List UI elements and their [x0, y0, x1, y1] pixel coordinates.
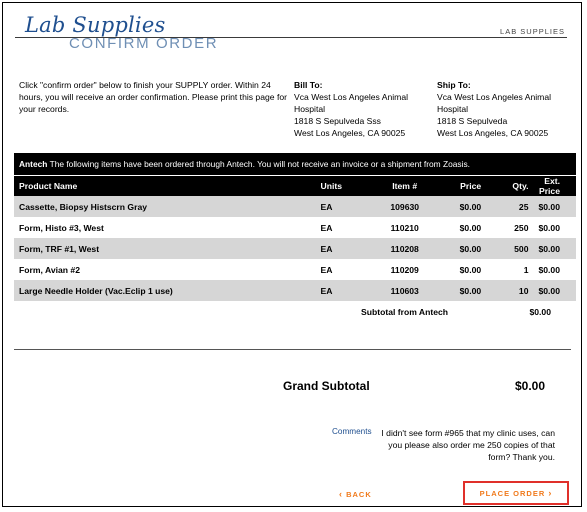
- place-order-label: Place Order: [479, 489, 546, 498]
- cell-item-number: 110210: [390, 222, 419, 233]
- vendor-name: Antech: [19, 159, 48, 169]
- cell-qty: 10: [486, 280, 534, 301]
- cell-units: EA: [315, 280, 373, 301]
- chevron-left-icon: ‹: [339, 489, 343, 499]
- col-price: Price: [436, 176, 487, 196]
- table-row: Large Needle Holder (Vac.Eclip 1 use) EA…: [14, 280, 576, 301]
- table-header-row: Product Name Units Item # Price Qty. Ext…: [14, 176, 576, 196]
- cell-ext-price: $0.00: [538, 222, 560, 233]
- cell-product-name: Cassette, Biopsy Histscrn Gray: [14, 196, 316, 217]
- cell-qty: 500: [486, 238, 534, 259]
- vendor-notice: The following items have been ordered th…: [49, 159, 470, 169]
- cell-ext-price: $0.00: [533, 238, 576, 259]
- page-title: Lab Supplies: [25, 13, 166, 37]
- brand-label: Lab Supplies: [500, 27, 565, 36]
- table-row: Cassette, Biopsy Histscrn Gray EA 109630…: [14, 196, 576, 217]
- col-item-number: Item #: [372, 176, 437, 196]
- cell-price: $0.00: [436, 196, 487, 217]
- cell-ext-price: $0.00: [533, 280, 576, 301]
- cell-item-number: 110603: [372, 280, 437, 301]
- cell-units: EA: [320, 222, 333, 233]
- cell-ext-price: $0.00: [533, 196, 576, 217]
- header-divider: [15, 37, 567, 38]
- cell-price: $0.00: [436, 238, 487, 259]
- vendor-subtotal-label: Subtotal from Antech: [361, 307, 449, 317]
- cell-price: $0.00: [459, 222, 482, 233]
- ship-to-city: West Los Angeles, CA 90025: [437, 128, 549, 138]
- place-order-button[interactable]: Place Order ›: [463, 481, 569, 505]
- cell-qty: 250: [514, 222, 529, 233]
- col-ext-price: Ext. Price: [533, 176, 576, 196]
- cell-price: $0.00: [459, 264, 482, 275]
- cell-units: EA: [315, 196, 373, 217]
- ship-to-street: 1818 S Sepulveda: [437, 116, 508, 126]
- order-items-table: Product Name Units Item # Price Qty. Ext…: [14, 176, 576, 301]
- cell-product-name: Large Needle Holder (Vac.Eclip 1 use): [14, 280, 316, 301]
- table-row: Form, Avian #2 EA 110209 $0.00 1 $0.00: [14, 259, 576, 280]
- chevron-right-icon: ›: [548, 488, 553, 498]
- cell-product-name: Form, TRF #1, West: [14, 238, 316, 259]
- cell-units: EA: [320, 264, 333, 275]
- section-divider: [14, 349, 571, 350]
- table-row: Form, TRF #1, West EA 110208 $0.00 500 $…: [14, 238, 576, 259]
- vendor-subtotal-value: $0.00: [529, 307, 551, 317]
- page-frame: Lab Supplies Confirm Order Lab Supplies …: [2, 2, 582, 507]
- back-button-label: Back: [346, 490, 372, 499]
- back-button[interactable]: ‹ Back: [339, 489, 372, 499]
- table-row: Form, Histo #3, West EA 110210 $0.00 250…: [14, 217, 576, 238]
- vendor-notice-bar: Antech The following items have been ord…: [14, 153, 576, 175]
- comments-label: Comments: [332, 427, 372, 436]
- cell-item-number: 110209: [390, 264, 419, 275]
- cell-item-number: 109630: [372, 196, 437, 217]
- cell-item-number: 110208: [372, 238, 437, 259]
- col-product-name: Product Name: [14, 176, 316, 196]
- comments-text: I didn't see form #965 that my clinic us…: [381, 428, 555, 462]
- col-qty: Qty.: [486, 176, 534, 196]
- cell-price: $0.00: [436, 280, 487, 301]
- bill-to-label: Bill To:: [294, 80, 323, 90]
- bill-to-street: 1818 S Sepulveda Sss: [294, 116, 381, 126]
- cell-qty: 25: [486, 196, 534, 217]
- ship-to-block: Ship To: Vca West Los Angeles Animal Hos…: [437, 79, 577, 139]
- bill-to-city: West Los Angeles, CA 90025: [294, 128, 406, 138]
- cell-product-name: Form, Histo #3, West: [19, 222, 104, 233]
- bill-to-block: Bill To: Vca West Los Angeles Animal Hos…: [294, 79, 429, 139]
- ship-to-name: Vca West Los Angeles Animal Hospital: [437, 92, 552, 114]
- bill-to-name: Vca West Los Angeles Animal Hospital: [294, 92, 409, 114]
- col-units: Units: [315, 176, 373, 196]
- intro-text: Click "confirm order" below to finish yo…: [19, 80, 287, 114]
- cell-ext-price: $0.00: [538, 264, 560, 275]
- grand-subtotal-label: Grand Subtotal: [283, 379, 370, 393]
- cell-units: EA: [315, 238, 373, 259]
- ship-to-label: Ship To:: [437, 80, 471, 90]
- cell-qty: 1: [523, 264, 529, 275]
- cell-product-name: Form, Avian #2: [19, 264, 80, 275]
- grand-subtotal-value: $0.00: [514, 379, 545, 393]
